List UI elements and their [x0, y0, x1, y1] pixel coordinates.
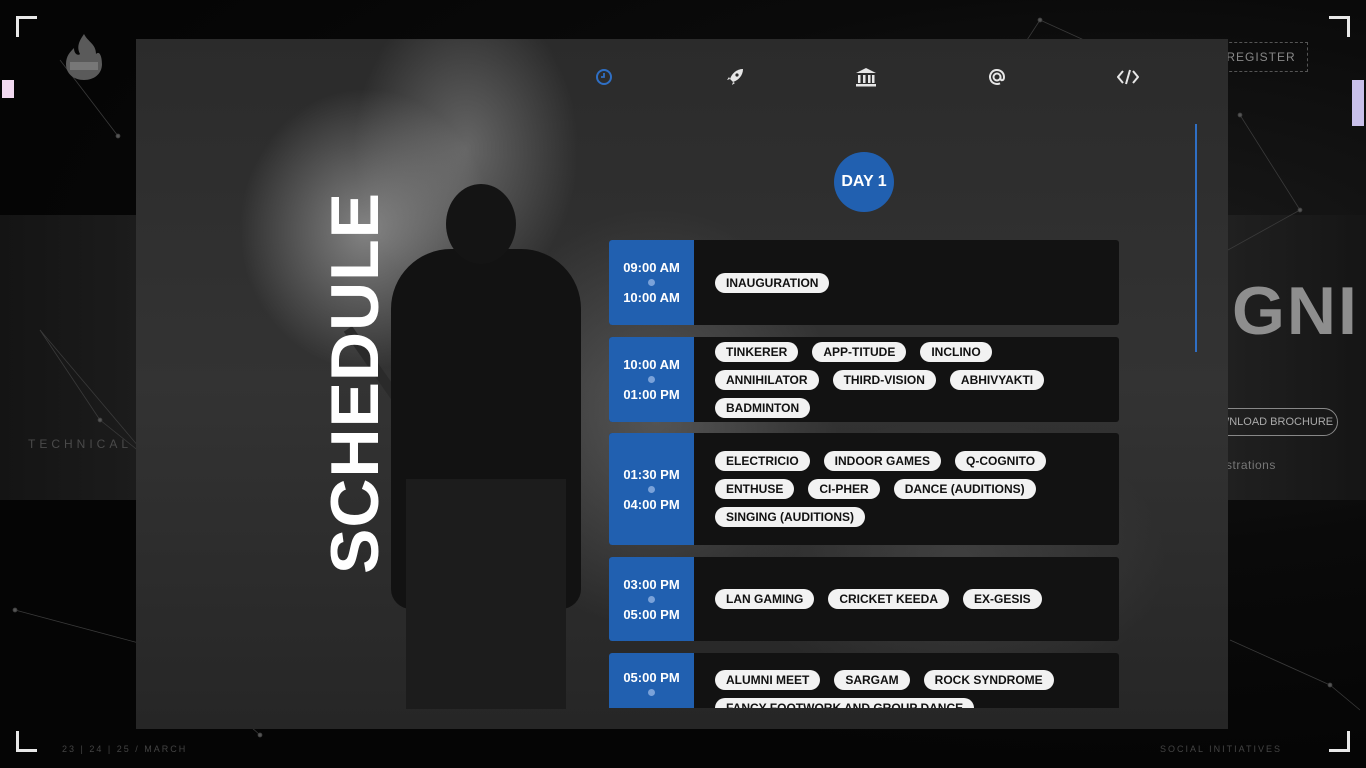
- schedule-scrollbar[interactable]: [1195, 124, 1197, 352]
- slot-start-time: 01:30 PM: [623, 466, 680, 482]
- slot-start-time: 05:00 PM: [623, 670, 680, 685]
- at-icon[interactable]: [985, 65, 1009, 89]
- event-tag[interactable]: ELECTRICIO: [715, 451, 810, 471]
- schedule-slot: 09:00 AM 10:00 AM INAUGURATION: [609, 240, 1119, 325]
- event-tag[interactable]: ENTHUSE: [715, 479, 795, 499]
- event-tag[interactable]: LAN GAMING: [715, 589, 815, 609]
- side-marker-right: [1352, 80, 1364, 126]
- time-separator-dot: [648, 689, 655, 696]
- slot-time: 09:00 AM 10:00 AM: [609, 240, 694, 325]
- event-dates: 23 | 24 | 25 / MARCH: [62, 744, 188, 754]
- event-tag[interactable]: CRICKET KEEDA: [828, 589, 949, 609]
- slot-end-time: 05:00 PM: [623, 606, 680, 622]
- social-initiatives-link[interactable]: SOCIAL INITIATIVES: [1160, 744, 1282, 754]
- modal-nav: [592, 63, 1139, 93]
- slot-events: ELECTRICIO INDOOR GAMES Q-COGNITO ENTHUS…: [715, 433, 1107, 545]
- schedule-slot: 03:00 PM 05:00 PM LAN GAMING CRICKET KEE…: [609, 557, 1119, 641]
- brand-text: GNI: [1232, 273, 1359, 349]
- bank-icon[interactable]: [854, 65, 878, 89]
- frame-corner-bottom-right: [1329, 731, 1350, 752]
- guitarist-head: [446, 184, 516, 264]
- frame-corner-top-left: [16, 16, 37, 37]
- frame-corner-bottom-left: [16, 731, 37, 752]
- event-tag[interactable]: APP-TITUDE: [812, 341, 907, 362]
- slot-events: LAN GAMING CRICKET KEEDA EX-GESIS: [715, 557, 1107, 641]
- event-tag[interactable]: BADMINTON: [715, 397, 811, 418]
- schedule-title-text: SCHEDULE: [317, 191, 393, 574]
- rocket-icon[interactable]: [723, 65, 747, 89]
- slot-events: TINKERER APP-TITUDE INCLINO ANNIHILATOR …: [715, 337, 1107, 422]
- event-tag[interactable]: THIRD-VISION: [832, 369, 936, 390]
- event-tag[interactable]: Q-COGNITO: [955, 451, 1047, 471]
- event-tag[interactable]: ROCK SYNDROME: [923, 670, 1054, 690]
- slot-time: 10:00 AM 01:00 PM: [609, 337, 694, 422]
- time-separator-dot: [648, 279, 655, 286]
- guitarist-legs: [406, 479, 566, 709]
- slot-events: INAUGURATION: [715, 240, 1107, 325]
- slot-start-time: 03:00 PM: [623, 576, 680, 592]
- event-tag[interactable]: ALUMNI MEET: [715, 670, 821, 690]
- event-tag[interactable]: SARGAM: [834, 670, 910, 690]
- event-tag[interactable]: EX-GESIS: [963, 589, 1042, 609]
- event-tag[interactable]: FANCY FOOTWORK AND GROUP DANCE: [715, 698, 975, 708]
- event-tag[interactable]: INCLINO: [920, 341, 992, 362]
- event-tag[interactable]: INDOOR GAMES: [823, 451, 942, 471]
- event-tag[interactable]: SINGING (AUDITIONS): [715, 507, 865, 527]
- side-marker-left: [2, 80, 14, 98]
- slot-end-time: 10:00 AM: [623, 290, 680, 305]
- time-separator-dot: [648, 595, 655, 603]
- event-tag[interactable]: ABHIVYAKTI: [949, 369, 1045, 390]
- schedule-slot: 01:30 PM 04:00 PM ELECTRICIO INDOOR GAME…: [609, 433, 1119, 545]
- clock-icon[interactable]: [592, 65, 616, 89]
- event-tag[interactable]: TINKERER: [715, 341, 799, 362]
- schedule-modal: SCHEDULE DAY 1 09:00 AM 10:00 AM INAUGUR…: [136, 39, 1228, 729]
- schedule-slot: 10:00 AM 01:00 PM TINKERER APP-TITUDE IN…: [609, 337, 1119, 422]
- fest-logo-icon[interactable]: [62, 32, 106, 82]
- event-tag[interactable]: ANNIHILATOR: [715, 369, 819, 390]
- technical-label: TECHNICAL: [28, 437, 133, 451]
- slot-time: 01:30 PM 04:00 PM: [609, 433, 694, 545]
- schedule-slot: 05:00 PM ALUMNI MEET SARGAM ROCK SYNDROM…: [609, 653, 1119, 708]
- schedule-slots: 09:00 AM 10:00 AM INAUGURATION 10:00 AM …: [609, 240, 1119, 708]
- code-icon[interactable]: [1116, 65, 1140, 89]
- event-tag[interactable]: DANCE (AUDITIONS): [893, 479, 1036, 499]
- time-separator-dot: [648, 376, 655, 383]
- registrations-link[interactable]: strations: [1226, 458, 1276, 472]
- slot-end-time: 01:00 PM: [623, 387, 680, 402]
- slot-start-time: 10:00 AM: [623, 357, 680, 372]
- event-tag[interactable]: INAUGURATION: [715, 272, 830, 293]
- day-badge[interactable]: DAY 1: [834, 152, 894, 212]
- frame-corner-top-right: [1329, 16, 1350, 37]
- time-separator-dot: [648, 485, 655, 493]
- slot-events: ALUMNI MEET SARGAM ROCK SYNDROME FANCY F…: [715, 653, 1107, 708]
- download-brochure-button[interactable]: WNLOAD BROCHURE: [1214, 408, 1338, 436]
- slot-end-time: 04:00 PM: [623, 496, 680, 512]
- slot-time: 05:00 PM: [609, 653, 694, 708]
- slot-start-time: 09:00 AM: [623, 260, 680, 275]
- register-button[interactable]: REGISTER: [1214, 42, 1308, 72]
- slot-time: 03:00 PM 05:00 PM: [609, 557, 694, 641]
- event-tag[interactable]: CI-PHER: [808, 479, 880, 499]
